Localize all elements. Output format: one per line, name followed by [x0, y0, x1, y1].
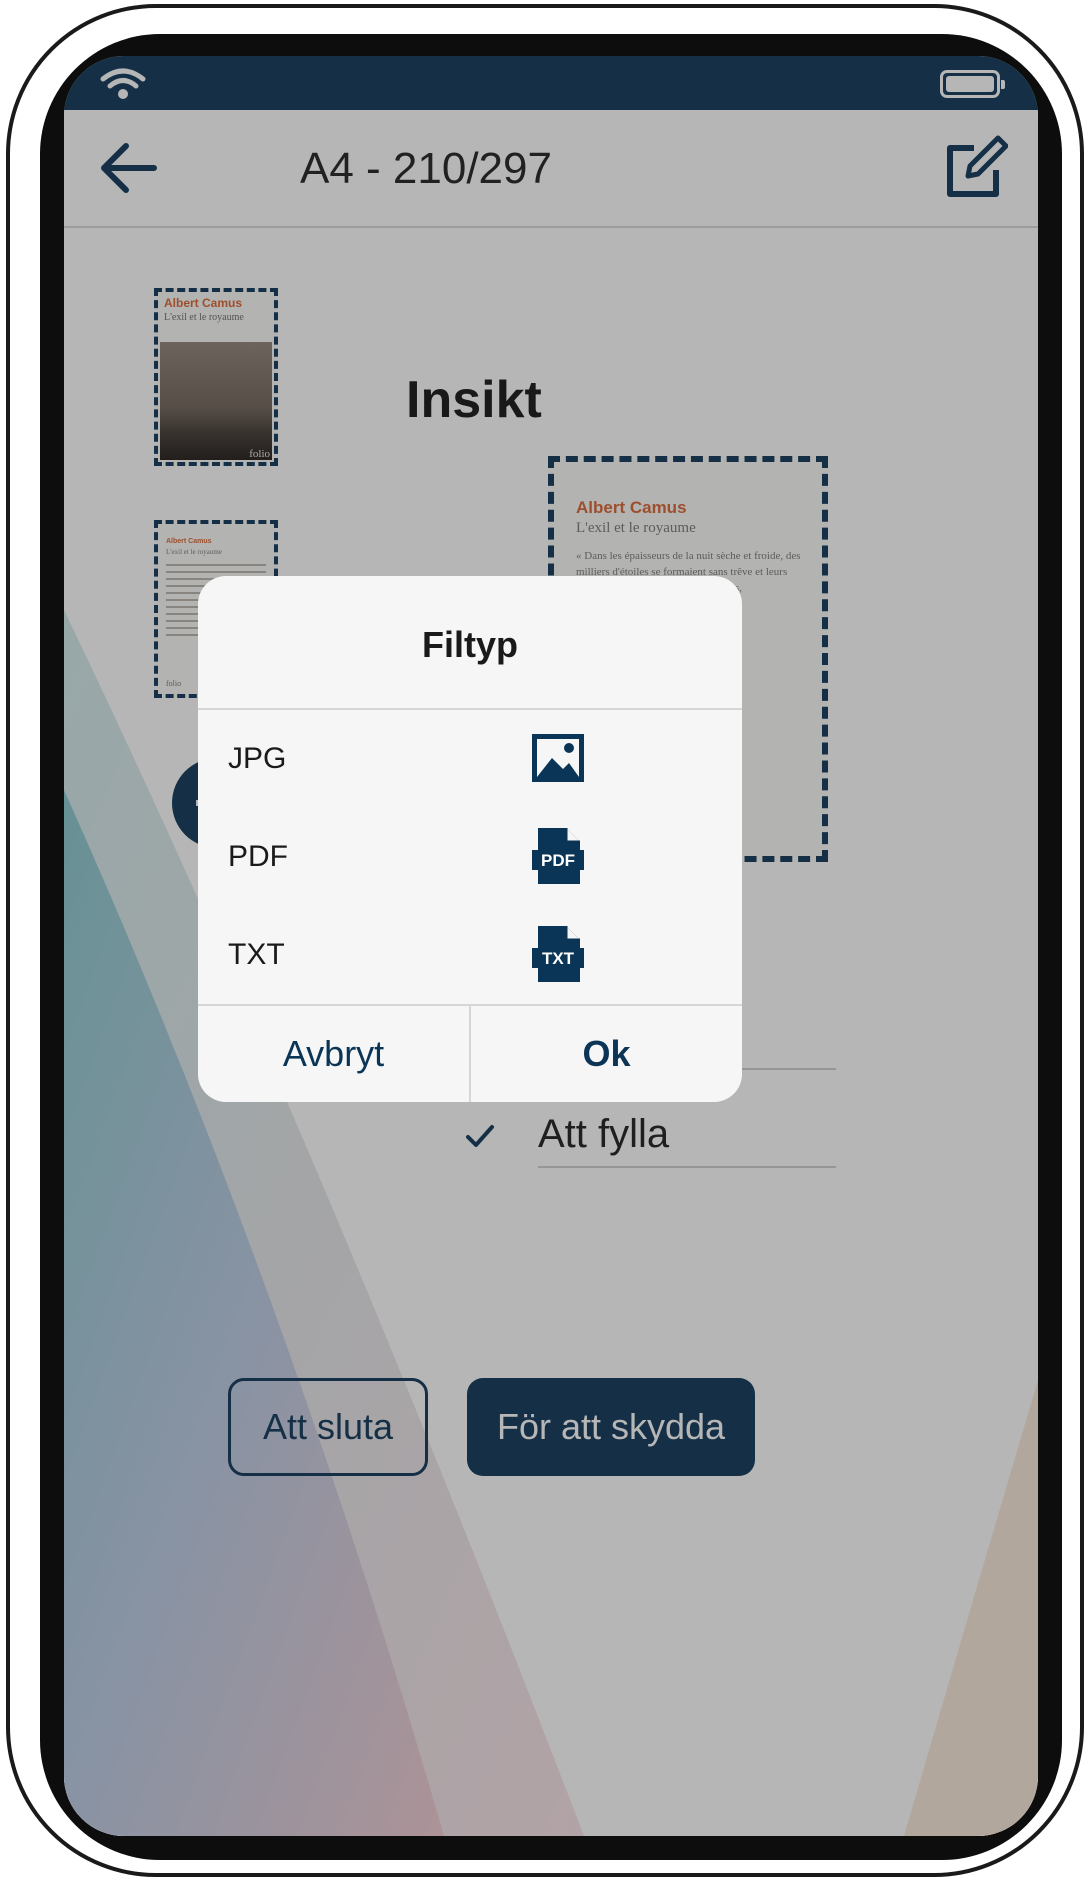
phone-frame: A4 - 210/297 Albert Camus L'exil et le r… — [6, 4, 1084, 1877]
txt-icon-label: TXT — [542, 949, 575, 968]
option-label: PDF — [228, 840, 288, 873]
dialog-title: Filtyp — [422, 624, 518, 665]
cancel-button[interactable]: Avbryt — [198, 1006, 469, 1102]
txt-file-icon: TXT — [532, 926, 584, 982]
option-label: TXT — [228, 938, 285, 971]
phone-bezel: A4 - 210/297 Albert Camus L'exil et le r… — [40, 34, 1062, 1860]
pdf-icon-label: PDF — [541, 851, 575, 870]
option-txt[interactable]: TXT TXT — [198, 906, 742, 1004]
ok-button[interactable]: Ok — [471, 1006, 742, 1102]
file-type-dialog: Filtyp JPG PDF PDF TXT TXT Avbryt Ok — [198, 576, 742, 1102]
pdf-file-icon: PDF — [532, 828, 584, 884]
option-label: JPG — [228, 742, 287, 775]
screen: A4 - 210/297 Albert Camus L'exil et le r… — [64, 56, 1038, 1836]
option-pdf[interactable]: PDF PDF — [198, 808, 742, 906]
dialog-actions: Avbryt Ok — [198, 1004, 742, 1102]
option-jpg[interactable]: JPG — [198, 710, 742, 808]
image-icon — [532, 734, 584, 782]
